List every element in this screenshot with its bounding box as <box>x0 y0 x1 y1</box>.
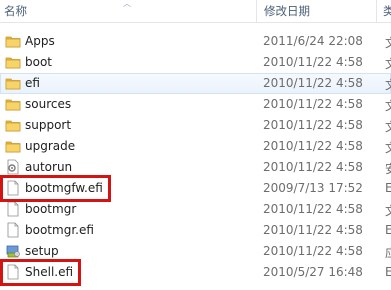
file-name: bootmgr <box>25 202 77 216</box>
folder-icon <box>5 117 21 133</box>
file-row[interactable]: bootmgr 2010/11/22 4:58 文 <box>0 199 391 220</box>
file-name: autorun <box>25 160 73 174</box>
file-name: support <box>25 118 72 132</box>
file-icon <box>5 222 21 238</box>
highlight-box <box>0 259 81 286</box>
column-divider[interactable] <box>256 0 257 22</box>
sort-arrow-icon: ︿ <box>123 0 131 8</box>
file-date: 2010/11/22 4:58 <box>263 139 363 153</box>
file-name: bootmgr.efi <box>25 223 94 237</box>
column-header-name[interactable]: 名称 <box>4 3 27 19</box>
file-row[interactable]: upgrade 2010/11/22 4:58 文 <box>0 136 391 157</box>
folder-icon <box>5 54 21 70</box>
file-date: 2010/11/22 4:58 <box>263 55 363 69</box>
file-date: 2010/11/22 4:58 <box>263 223 363 237</box>
file-date: 2010/11/22 4:58 <box>263 202 363 216</box>
file-date: 2010/11/22 4:58 <box>263 97 363 111</box>
file-date: 2011/6/24 22:08 <box>263 34 363 48</box>
file-type: 文 <box>385 139 391 156</box>
file-row[interactable]: boot 2010/11/22 4:58 文 <box>0 52 391 73</box>
file-type: 应 <box>385 244 391 261</box>
file-type: 安 <box>385 160 391 177</box>
column-header-type[interactable]: 类 <box>383 3 391 19</box>
file-list: Apps 2011/6/24 22:08 文 boot 2010/11/22 4:58 文… <box>0 31 391 283</box>
folder-icon <box>5 96 21 112</box>
folder-icon <box>5 33 21 49</box>
file-date: 2009/7/13 17:52 <box>263 181 363 195</box>
file-type: 文 <box>385 55 391 72</box>
file-row[interactable]: sources 2010/11/22 4:58 文 <box>0 94 391 115</box>
folder-icon <box>5 138 21 154</box>
column-divider[interactable] <box>376 0 377 22</box>
file-name: setup <box>25 244 59 258</box>
file-date: 2010/5/27 16:48 <box>263 265 363 279</box>
file-icon <box>5 201 21 217</box>
file-name: Apps <box>25 34 55 48</box>
column-header-date[interactable]: 修改日期 <box>264 3 310 19</box>
file-name: boot <box>25 55 53 69</box>
file-type: E <box>385 223 391 237</box>
file-row[interactable]: bootmgr.efi 2010/11/22 4:58 E <box>0 220 391 241</box>
file-name: upgrade <box>25 139 76 153</box>
file-type: 文 <box>385 118 391 135</box>
file-row[interactable]: efi 2010/11/22 4:58 文 <box>0 73 391 94</box>
file-row[interactable]: Apps 2011/6/24 22:08 文 <box>0 31 391 52</box>
file-name: sources <box>25 97 72 111</box>
highlight-box <box>0 175 111 202</box>
file-date: 2010/11/22 4:58 <box>263 160 363 174</box>
folder-icon <box>5 75 21 91</box>
file-date: 2010/11/22 4:58 <box>263 244 363 258</box>
file-date: 2010/11/22 4:58 <box>263 118 363 132</box>
file-type: 文 <box>385 34 391 51</box>
column-header-bar: ︿ 名称 修改日期 类 <box>0 0 391 23</box>
file-type: 文 <box>385 76 391 93</box>
file-date: 2010/11/22 4:58 <box>263 76 363 90</box>
file-type: 文 <box>385 202 391 219</box>
file-name: efi <box>25 76 40 90</box>
file-type: E <box>385 181 391 195</box>
file-type: 文 <box>385 97 391 114</box>
installer-icon <box>5 243 21 259</box>
file-type: E <box>385 265 391 279</box>
file-row[interactable]: support 2010/11/22 4:58 文 <box>0 115 391 136</box>
setup-info-icon <box>5 159 21 175</box>
